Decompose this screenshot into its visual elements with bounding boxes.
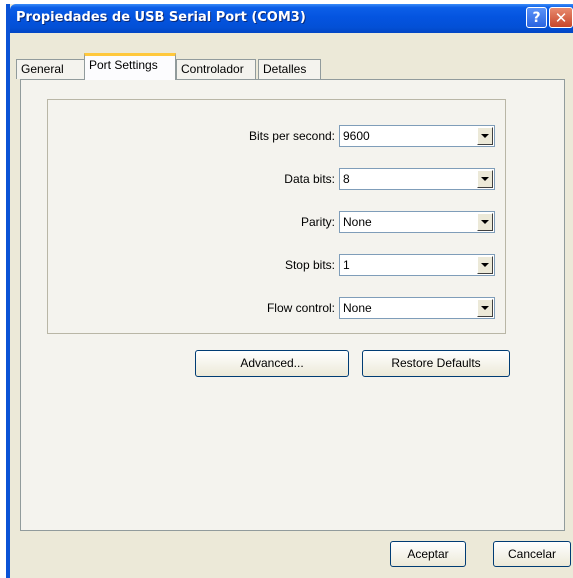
bits-per-second-row: Bits per second: 9600 [48, 125, 507, 149]
data-bits-row: Data bits: 8 [48, 168, 507, 192]
stop-bits-value: 1 [343, 258, 350, 272]
tab-port-settings[interactable]: Port Settings [84, 53, 176, 80]
stop-bits-select[interactable]: 1 [339, 254, 495, 276]
flow-control-label: Flow control: [266, 301, 335, 315]
advanced-button-label: Advanced... [240, 356, 304, 370]
chevron-down-icon[interactable] [477, 170, 493, 188]
tab-general-label: General [21, 62, 64, 76]
properties-dialog: Propiedades de USB Serial Port (COM3) ? … [6, 4, 573, 578]
cancel-button-label: Cancelar [507, 546, 557, 561]
restore-defaults-button[interactable]: Restore Defaults [362, 350, 510, 377]
chevron-down-icon[interactable] [477, 256, 493, 274]
data-bits-value: 8 [343, 172, 350, 186]
flow-control-select[interactable]: None [339, 297, 495, 319]
parity-row: Parity: None [48, 211, 507, 235]
parity-value: None [343, 215, 372, 229]
tab-detalles[interactable]: Detalles [258, 59, 321, 79]
stop-bits-label: Stop bits: [284, 258, 335, 272]
tab-controlador-label: Controlador [181, 62, 244, 76]
settings-group: Bits per second: 9600 Data bits: 8 Parit… [47, 99, 506, 334]
accept-button-label: Aceptar [407, 546, 449, 561]
chevron-down-icon[interactable] [477, 299, 493, 317]
tab-controlador[interactable]: Controlador [176, 59, 256, 79]
bits-per-second-value: 9600 [343, 129, 370, 143]
data-bits-label: Data bits: [284, 172, 335, 186]
close-button[interactable]: ✕ [549, 7, 573, 28]
parity-select[interactable]: None [339, 211, 495, 233]
close-icon: ✕ [554, 8, 568, 27]
flow-control-value: None [343, 301, 372, 315]
help-button[interactable]: ? [526, 7, 547, 28]
bits-per-second-label: Bits per second: [248, 129, 335, 143]
flow-control-row: Flow control: None [48, 297, 507, 321]
tab-general[interactable]: General [16, 59, 85, 79]
tab-detalles-label: Detalles [263, 62, 307, 76]
bits-per-second-select[interactable]: 9600 [339, 125, 495, 147]
title-bar[interactable]: Propiedades de USB Serial Port (COM3) ? … [10, 4, 573, 33]
window-title: Propiedades de USB Serial Port (COM3) [16, 10, 306, 25]
restore-defaults-button-label: Restore Defaults [391, 356, 481, 370]
chevron-down-icon[interactable] [477, 127, 493, 145]
tab-port-settings-label: Port Settings [89, 58, 158, 72]
advanced-button[interactable]: Advanced... [195, 350, 349, 377]
chevron-down-icon[interactable] [477, 213, 493, 231]
port-settings-panel: Bits per second: 9600 Data bits: 8 Parit… [20, 79, 565, 531]
parity-label: Parity: [300, 215, 335, 229]
accept-button[interactable]: Aceptar [390, 541, 466, 567]
question-mark-icon: ? [532, 9, 541, 26]
cancel-button[interactable]: Cancelar [493, 541, 571, 567]
stop-bits-row: Stop bits: 1 [48, 254, 507, 278]
data-bits-select[interactable]: 8 [339, 168, 495, 190]
